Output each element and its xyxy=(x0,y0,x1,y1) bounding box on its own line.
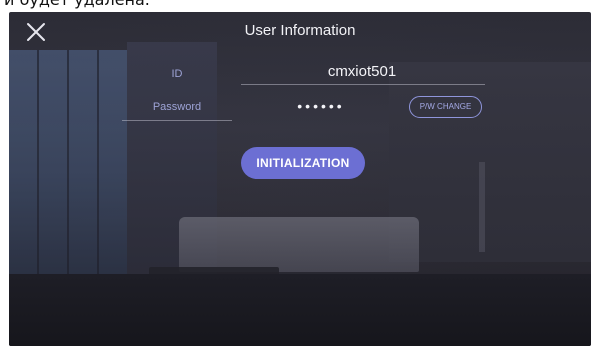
background-lamp xyxy=(479,162,485,252)
id-label: ID xyxy=(171,68,183,80)
id-underline xyxy=(241,84,485,85)
password-field[interactable]: •••••• xyxy=(241,98,401,114)
password-label-underline xyxy=(122,120,232,121)
password-label: Password xyxy=(152,101,202,113)
background-sofa xyxy=(179,217,419,272)
top-cropped-caption: и будет удалена. xyxy=(0,0,595,12)
id-value: cmxiot501 xyxy=(327,63,397,80)
background-window xyxy=(9,50,127,280)
background-floor xyxy=(9,274,591,346)
pw-change-button[interactable]: P/W CHANGE xyxy=(409,96,482,118)
page-title: User Information xyxy=(244,22,356,39)
initialization-button[interactable]: INITIALIZATION xyxy=(241,147,365,179)
background-wall xyxy=(389,62,591,262)
cropped-caption-text: и будет удалена. xyxy=(4,0,150,9)
user-info-screen: User Information ID cmxiot501 Password •… xyxy=(9,12,591,346)
